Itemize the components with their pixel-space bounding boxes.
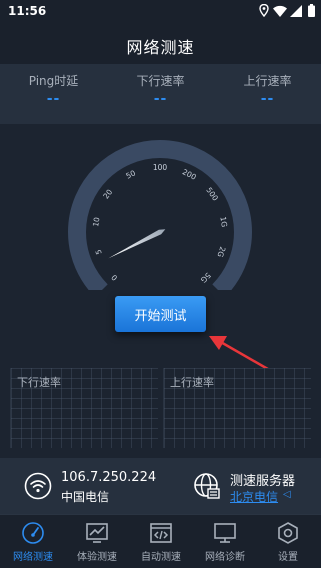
nav-label: 体验测速 <box>77 552 117 563</box>
gauge-tick-label: 500 <box>204 186 220 203</box>
stat-label: 上行速率 <box>243 74 292 88</box>
isp-name: 中国电信 <box>61 490 110 504</box>
upload-rate-chart: 上行速率 <box>163 368 311 448</box>
stats-panel: Ping时延 -- 下行速率 -- 上行速率 -- <box>0 64 321 124</box>
battery-icon <box>308 4 315 17</box>
gauge-needle-pointer <box>108 229 166 259</box>
nav-auto-test[interactable]: 自动测速 <box>131 521 191 567</box>
stat-download: 下行速率 -- <box>107 72 214 107</box>
monitor-icon <box>214 523 236 543</box>
status-time: 11:56 <box>8 4 47 18</box>
server-title: 测速服务器 <box>230 474 296 489</box>
gauge-tick-label: 2G <box>215 246 227 259</box>
title-bar: 网络测速 <box>0 24 321 64</box>
gauge-tick-label: 100 <box>153 163 168 172</box>
speedometer-icon <box>22 522 44 544</box>
download-rate-chart: 下行速率 <box>10 368 158 448</box>
code-icon <box>150 523 172 543</box>
gauge-dial: 0 5 10 20 50 100 200 500 1G 2G5G <box>68 140 252 298</box>
stat-value: -- <box>260 91 275 107</box>
gauge-tick-label: 5 <box>94 248 104 256</box>
stat-ping: Ping时延 -- <box>0 72 107 107</box>
ip-address: 106.7.250.224 <box>61 470 157 485</box>
gauge-tick-label: 10 <box>91 216 101 227</box>
speed-gauge: 0 5 10 20 50 100 200 500 1G 2G 5G <box>55 130 265 298</box>
bottom-nav: 网络测速 体验测速 自动测速 网络诊断 设置 <box>0 514 321 568</box>
gauge-ticks: 0 5 10 20 50 100 200 500 1G 2G5G <box>91 163 229 285</box>
gauge-tick-label: 0 <box>109 273 119 283</box>
nav-label: 网络诊断 <box>205 552 245 563</box>
stat-value: -- <box>46 91 61 107</box>
nav-label: 设置 <box>278 552 298 563</box>
stat-label: 下行速率 <box>136 74 185 88</box>
chart-icon <box>86 523 108 543</box>
hexagon-settings-icon <box>278 522 298 544</box>
server-select-link[interactable]: 北京电信 <box>230 488 278 505</box>
gauge-tick-label: 50 <box>124 168 137 180</box>
download-chart-label: 下行速率 <box>17 376 61 389</box>
gauge-needle <box>108 229 166 259</box>
page-title: 网络测速 <box>126 38 195 57</box>
stat-value: -- <box>153 91 168 107</box>
stat-upload: 上行速率 -- <box>214 72 321 107</box>
start-test-button[interactable]: 开始测试 <box>115 296 206 332</box>
status-bar: 11:56 <box>0 0 321 24</box>
nav-diagnostics[interactable]: 网络诊断 <box>195 521 255 567</box>
nav-label: 自动测速 <box>141 552 181 563</box>
nav-speed-test[interactable]: 网络测速 <box>3 521 63 567</box>
globe-server-icon <box>194 473 220 499</box>
gauge-tick-label: 200 <box>181 167 198 182</box>
gauge-tick-label: 5G <box>199 271 213 285</box>
stat-label: Ping时延 <box>28 74 79 88</box>
nav-experience-test[interactable]: 体验测速 <box>67 521 127 567</box>
wifi-icon <box>273 5 287 17</box>
network-info-panel: 106.7.250.224 中国电信 测速服务器 北京电信 ◁ <box>0 458 321 514</box>
location-icon <box>259 4 269 17</box>
upload-chart-label: 上行速率 <box>170 376 214 389</box>
gauge-tick-label: 20 <box>101 187 114 200</box>
wifi-icon <box>24 472 52 500</box>
nav-label: 网络测速 <box>13 552 53 563</box>
signal-icon <box>290 5 302 17</box>
nav-settings[interactable]: 设置 <box>258 521 318 567</box>
gauge-tick-label: 1G <box>218 216 229 228</box>
caret-left-icon[interactable]: ◁ <box>283 489 291 500</box>
